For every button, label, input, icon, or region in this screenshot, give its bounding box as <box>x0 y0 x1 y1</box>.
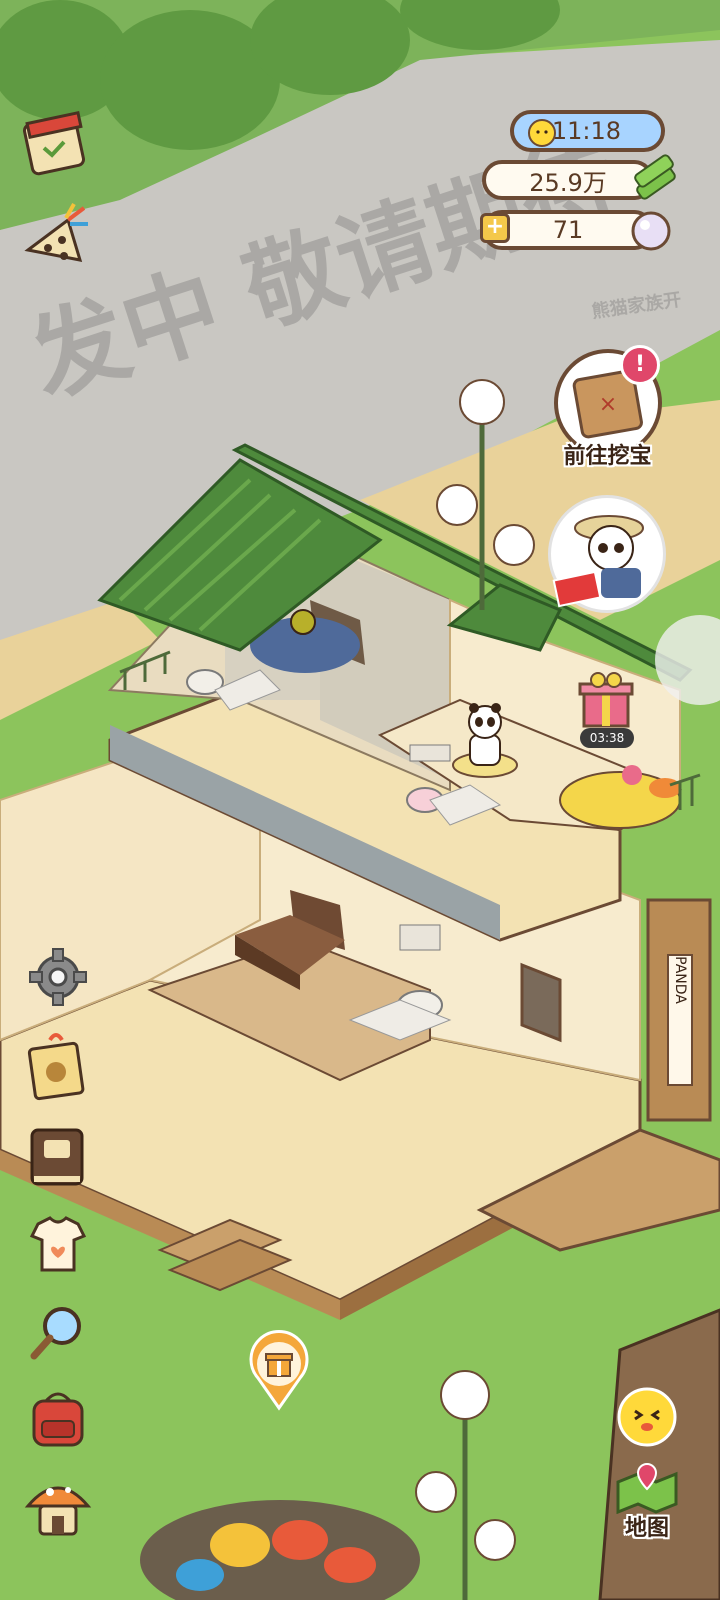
treasure-hunt-label: 前往挖宝 <box>563 444 652 469</box>
kite-icon[interactable] <box>18 200 94 276</box>
gift-tag-icon[interactable] <box>24 1030 92 1102</box>
svg-text:×: × <box>599 392 617 417</box>
panda-sign-text: PANDA <box>672 956 688 1004</box>
emoji-face-button[interactable] <box>615 1385 679 1449</box>
backpack-icon[interactable] <box>24 1385 92 1453</box>
gift-box-icon[interactable] <box>574 668 638 732</box>
wardrobe-shirt-icon[interactable] <box>24 1210 92 1278</box>
add-pearl-button[interactable]: + <box>480 213 510 243</box>
mushroom-house-icon[interactable] <box>22 1470 94 1542</box>
map-icon <box>616 1462 678 1515</box>
bamboo-amount: 25.9万 <box>529 168 607 197</box>
sun-weather-icon <box>528 119 556 147</box>
weather-time-bar[interactable]: 11:18 <box>510 110 665 152</box>
farmer-panda-icon <box>552 515 644 608</box>
npc-quest-bubble[interactable] <box>548 495 666 613</box>
gift-location-pin-icon[interactable] <box>244 1328 314 1412</box>
treasure-alert-badge: ! <box>620 345 660 385</box>
house-door[interactable] <box>520 962 562 1043</box>
map-label: 地图 <box>624 1516 669 1541</box>
map-button[interactable]: 地图 <box>610 1460 684 1541</box>
bamboo-icon <box>634 154 676 200</box>
pearl-icon <box>631 211 671 251</box>
search-magnifier-icon[interactable] <box>24 1300 92 1368</box>
recipe-book-icon[interactable] <box>24 1122 92 1190</box>
gift-timer: 03:38 <box>580 728 634 748</box>
game-time: 11:18 <box>551 117 621 145</box>
calendar-icon[interactable] <box>22 110 90 178</box>
settings-gear-icon[interactable] <box>26 945 90 1009</box>
pearl-amount: 71 <box>552 216 584 244</box>
